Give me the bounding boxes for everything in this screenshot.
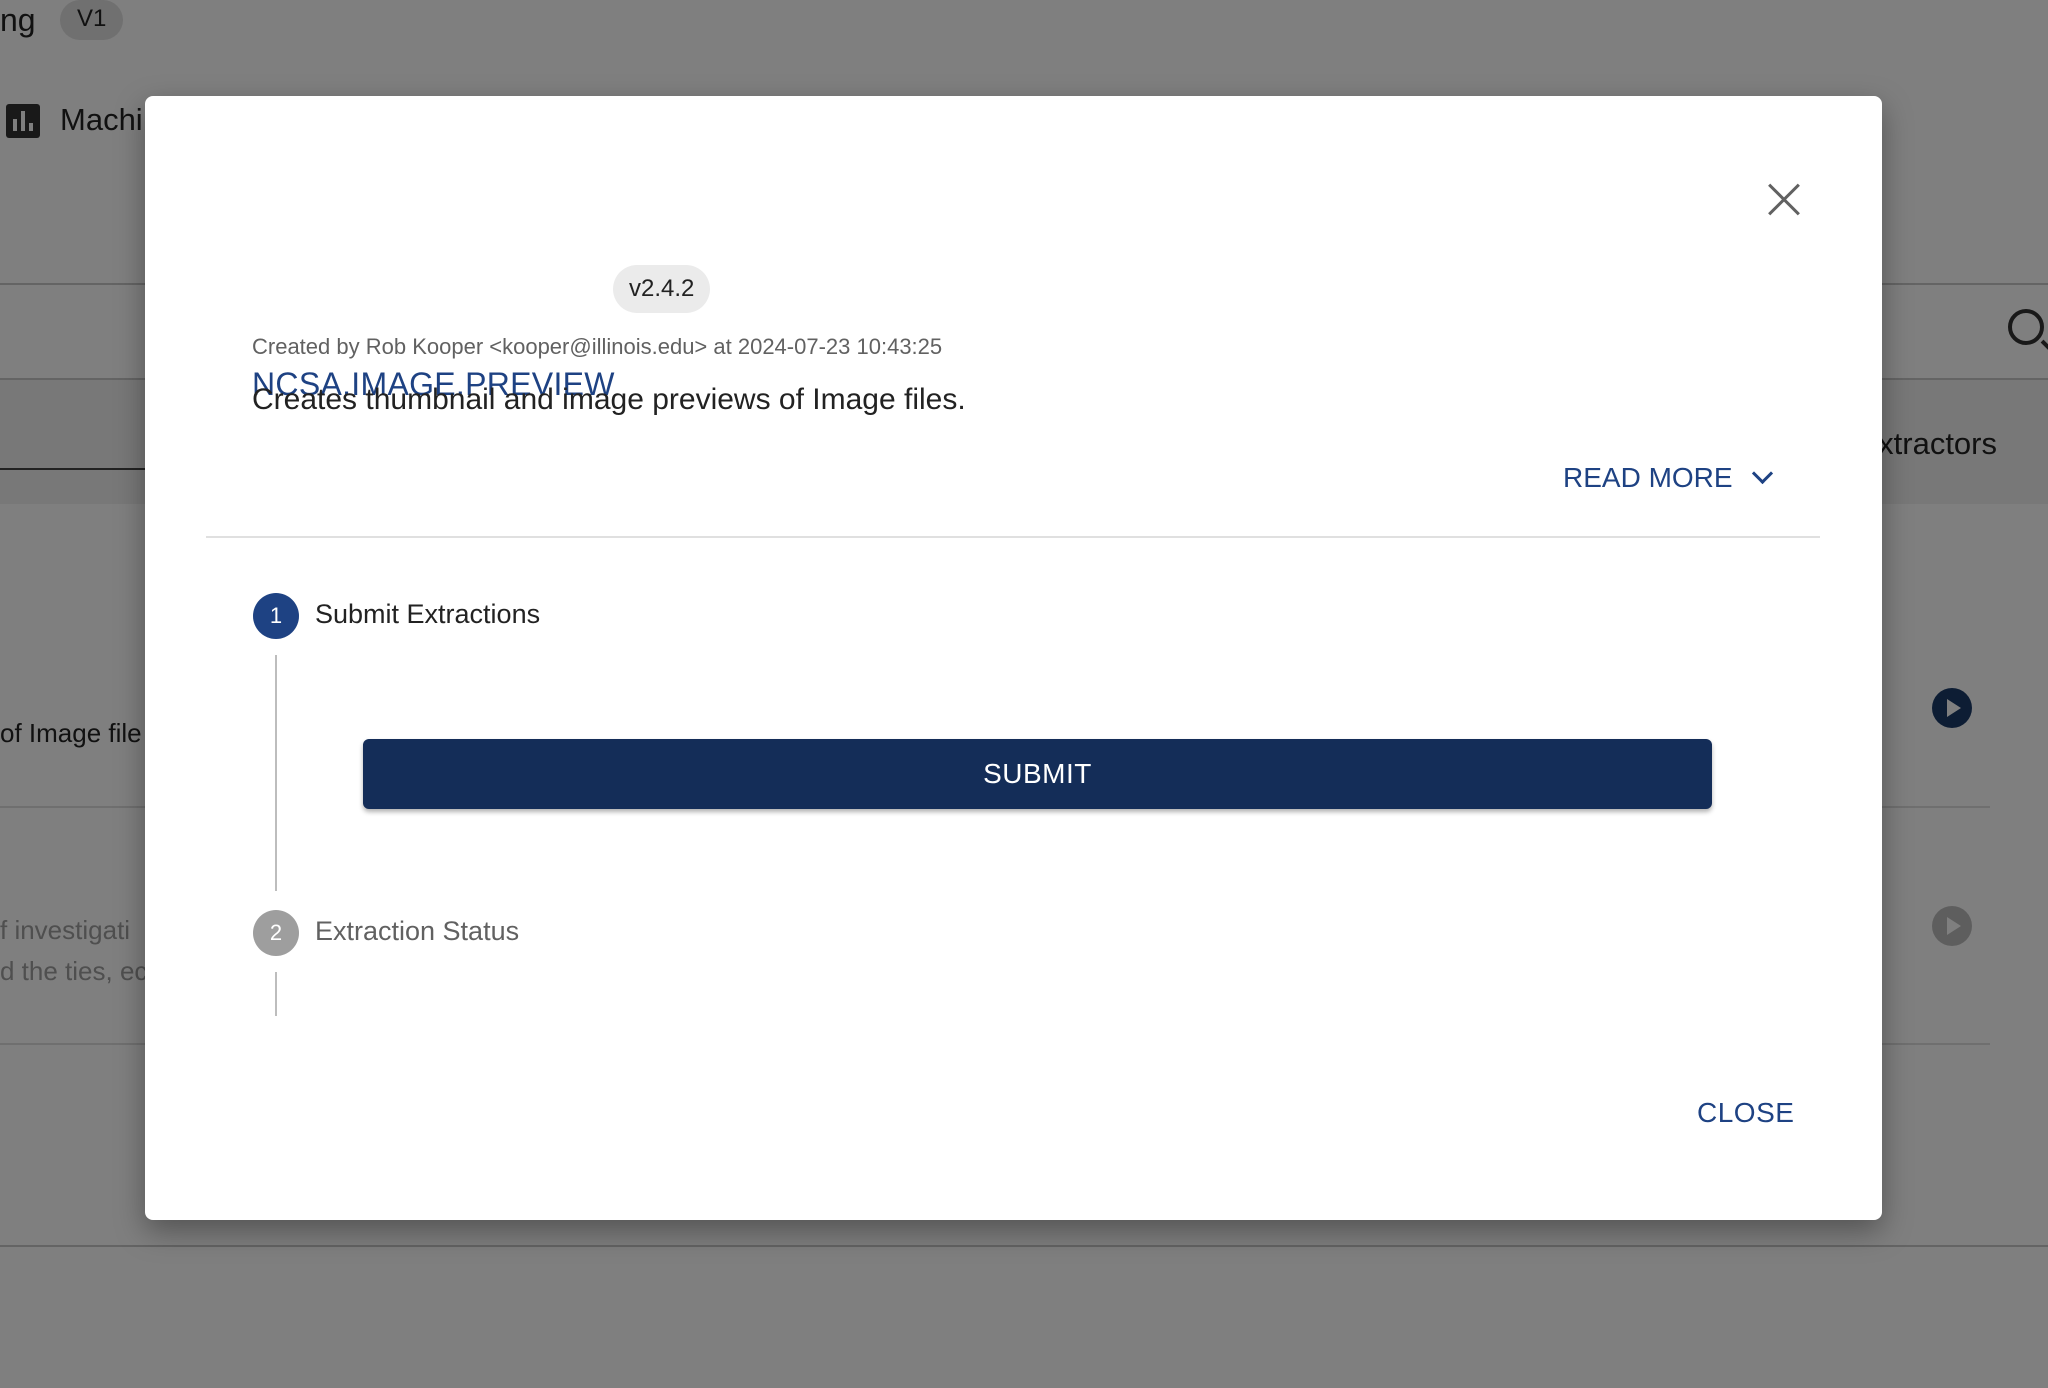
step-1-label: Submit Extractions <box>315 599 541 629</box>
step-1-number: 1 <box>253 593 299 639</box>
close-button[interactable]: CLOSE <box>1697 1097 1794 1129</box>
submit-button[interactable]: SUBMIT <box>363 739 1712 809</box>
read-more-button[interactable]: READ MORE <box>1563 462 1773 494</box>
step-connector <box>275 972 277 1016</box>
close-icon[interactable] <box>1760 176 1808 224</box>
chevron-down-icon <box>1751 462 1773 485</box>
extractor-description: Creates thumbnail and image previews of … <box>252 383 966 416</box>
step-2-label: Extraction Status <box>315 916 520 946</box>
read-more-label: READ MORE <box>1563 462 1733 493</box>
created-by-text: Created by Rob Kooper <kooper@illinois.e… <box>252 334 943 359</box>
step-2-number: 2 <box>253 910 299 956</box>
step-connector <box>275 655 277 891</box>
version-chip: v2.4.2 <box>613 265 711 313</box>
extractor-dialog: NCSA.IMAGE.PREVIEW v2.4.2 Created by Rob… <box>145 96 1882 1220</box>
section-divider <box>206 536 1820 538</box>
